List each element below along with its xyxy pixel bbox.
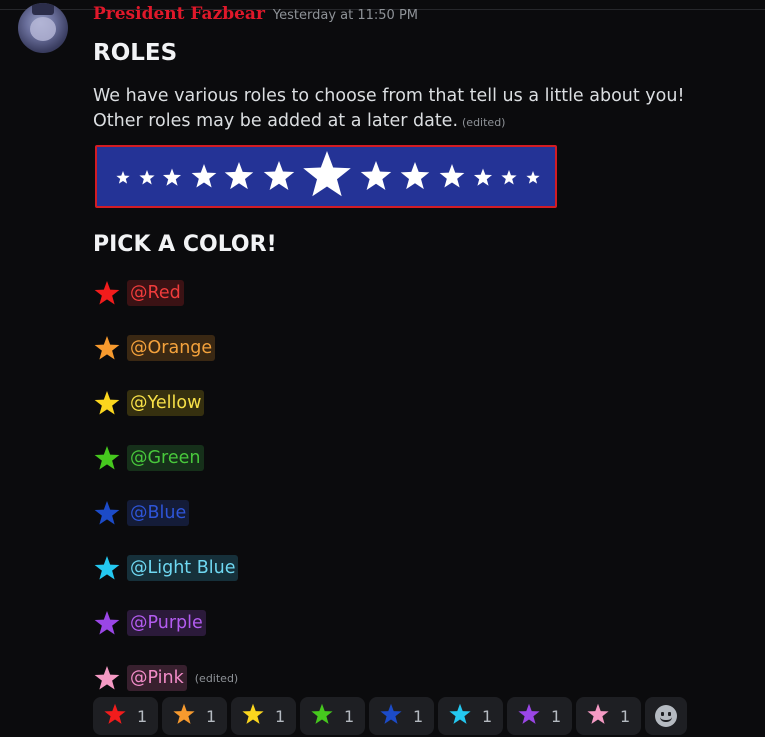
roles-heading: ROLES <box>93 40 178 66</box>
banner-star-6 <box>263 161 295 190</box>
role-mention[interactable]: @Pink <box>127 665 187 691</box>
reaction-count: 1 <box>413 706 424 726</box>
star-icon <box>93 554 121 582</box>
reaction-button[interactable]: 1 <box>231 697 296 735</box>
reaction-count: 1 <box>551 706 562 726</box>
add-reaction-button[interactable] <box>645 697 687 735</box>
role-mention[interactable]: @Yellow <box>127 390 205 416</box>
stars-banner-graphic <box>116 151 540 197</box>
reaction-bar: 1 1 1 1 1 1 1 1 <box>93 697 687 737</box>
banner-star-2 <box>139 170 155 185</box>
avatar-hat <box>32 3 54 15</box>
star-icon <box>93 389 121 417</box>
reaction-button[interactable]: 1 <box>162 697 227 735</box>
reaction-count: 1 <box>620 706 631 726</box>
reaction-count: 1 <box>344 706 355 726</box>
banner-star-3 <box>162 168 182 186</box>
reaction-button[interactable]: 1 <box>300 697 365 735</box>
message-header: President Fazbear Yesterday at 11:50 PM <box>93 4 418 26</box>
star-icon <box>93 664 121 692</box>
role-row: @Yellow <box>93 389 205 417</box>
banner-star-7 <box>303 151 351 197</box>
reaction-button[interactable]: 1 <box>93 697 158 735</box>
stars-banner-image[interactable] <box>95 145 557 208</box>
star-icon <box>172 702 196 730</box>
banner-star-13 <box>526 171 540 184</box>
role-mention[interactable]: @Green <box>127 445 204 471</box>
intro-text: We have various roles to choose from tha… <box>93 84 684 135</box>
star-icon <box>379 702 403 730</box>
reaction-button[interactable]: 1 <box>438 697 503 735</box>
banner-star-12 <box>501 170 517 185</box>
banner-star-9 <box>400 162 430 190</box>
star-icon <box>93 609 121 637</box>
intro-line-2: Other roles may be added at a later date… <box>93 109 684 135</box>
star-icon <box>310 702 334 730</box>
star-icon <box>448 702 472 730</box>
banner-star-8 <box>360 161 392 190</box>
reaction-count: 1 <box>482 706 493 726</box>
avatar[interactable] <box>18 3 68 53</box>
role-mention[interactable]: @Purple <box>127 610 206 636</box>
star-icon <box>241 702 265 730</box>
edited-label: (edited) <box>194 671 239 685</box>
banner-star-4 <box>191 164 217 188</box>
role-row: @Pink (edited) <box>93 664 238 692</box>
role-row: @Blue <box>93 499 190 527</box>
star-icon <box>93 334 121 362</box>
role-mention[interactable]: @Orange <box>127 335 216 361</box>
star-icon <box>517 702 541 730</box>
role-row: @Red <box>93 279 184 307</box>
reaction-button[interactable]: 1 <box>507 697 572 735</box>
edited-label: (edited) <box>462 116 506 129</box>
avatar-face <box>30 17 56 41</box>
star-icon <box>93 499 121 527</box>
banner-star-11 <box>473 168 493 186</box>
reaction-count: 1 <box>206 706 217 726</box>
reaction-button[interactable]: 1 <box>369 697 434 735</box>
star-icon <box>586 702 610 730</box>
add-reaction-icon <box>655 705 677 727</box>
role-row: @Light Blue <box>93 554 239 582</box>
reaction-count: 1 <box>275 706 286 726</box>
role-row: @Green <box>93 444 204 472</box>
author-name[interactable]: President Fazbear <box>93 4 265 24</box>
reaction-count: 1 <box>137 706 148 726</box>
star-icon <box>103 702 127 730</box>
role-mention[interactable]: @Red <box>127 280 184 306</box>
intro-line-1: We have various roles to choose from tha… <box>93 86 685 106</box>
timestamp[interactable]: Yesterday at 11:50 PM <box>273 8 418 23</box>
reaction-button[interactable]: 1 <box>576 697 641 735</box>
pick-color-heading: PICK A COLOR! <box>93 232 277 257</box>
role-row: @Orange <box>93 334 216 362</box>
banner-star-10 <box>439 164 465 188</box>
star-icon <box>93 279 121 307</box>
role-mention[interactable]: @Light Blue <box>127 555 239 581</box>
banner-star-1 <box>116 171 130 184</box>
intro-line-2-text: Other roles may be added at a later date… <box>93 111 459 131</box>
role-mention[interactable]: @Blue <box>127 500 190 526</box>
role-row: @Purple <box>93 609 206 637</box>
star-icon <box>93 444 121 472</box>
banner-star-5 <box>224 162 254 190</box>
